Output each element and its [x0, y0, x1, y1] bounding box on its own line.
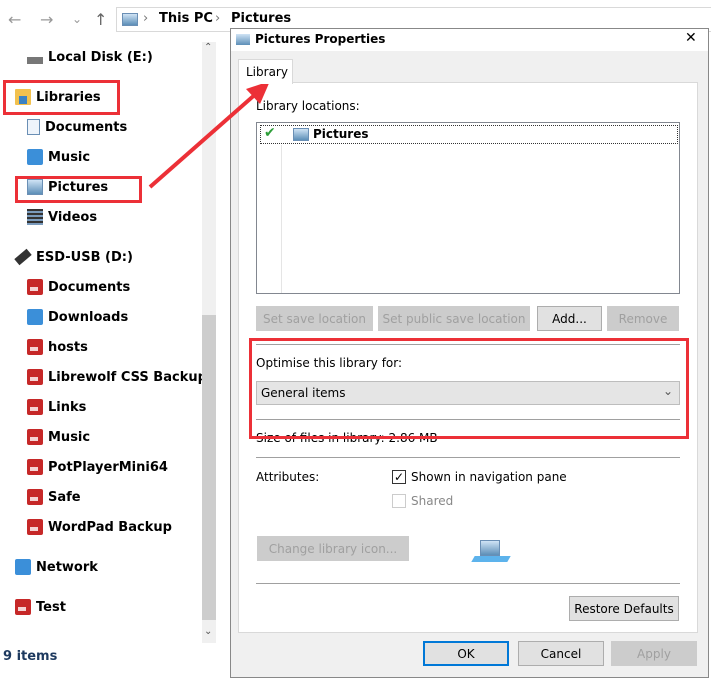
tab-library[interactable]: Library [238, 59, 293, 84]
annotation-arrow [148, 81, 270, 189]
